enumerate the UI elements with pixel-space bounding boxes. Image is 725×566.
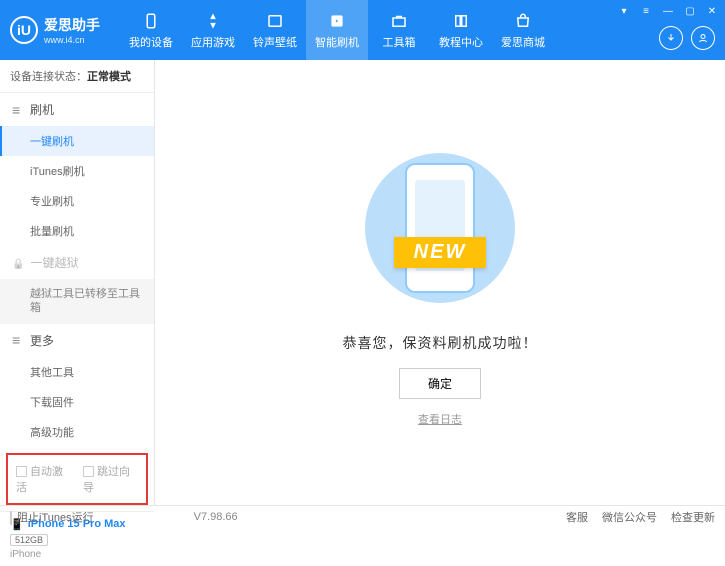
toolbox-icon [389,11,409,31]
sidebar-item-advanced[interactable]: 高级功能 [0,417,154,447]
store-icon [513,11,533,31]
nav-store[interactable]: 爱思商城 [492,0,554,60]
auto-activate-checkbox[interactable]: 自动激活 [16,463,71,495]
nav-toolbox[interactable]: 工具箱 [368,0,430,60]
options-highlight: 自动激活 跳过向导 [6,453,148,505]
main-content: NEW 恭喜您，保资料刷机成功啦！ 确定 查看日志 [155,60,725,505]
user-button[interactable] [691,26,715,50]
success-message: 恭喜您，保资料刷机成功啦！ [343,333,538,353]
nav-label: 应用游戏 [191,34,235,50]
book-icon [451,11,471,31]
skip-guide-checkbox[interactable]: 跳过向导 [83,463,138,495]
list-icon [12,332,24,348]
logo: iU 爱思助手 www.i4.cn [10,15,100,45]
device-icon [141,11,161,31]
device-status: 设备连接状态：正常模式 [0,60,154,93]
nav-label: 智能刷机 [315,34,359,50]
footer-wechat[interactable]: 微信公众号 [602,509,657,525]
menu-icon[interactable]: ▾ [617,4,631,18]
settings-icon[interactable]: ≡ [639,4,653,18]
header-actions [659,26,715,50]
maximize-icon[interactable]: ▢ [683,4,697,18]
nav-label: 我的设备 [129,34,173,50]
sidebar-item-download-firmware[interactable]: 下载固件 [0,387,154,417]
image-icon [265,11,285,31]
jailbreak-note: 越狱工具已转移至工具箱 [0,279,154,324]
app-url: www.i4.cn [44,35,100,45]
nav-label: 工具箱 [383,34,416,50]
nav-my-device[interactable]: 我的设备 [120,0,182,60]
status-label: 设备连接状态： [10,71,87,83]
sidebar-item-oneclick-flash[interactable]: 一键刷机 [0,126,154,156]
view-log-link[interactable]: 查看日志 [418,411,462,427]
section-flash[interactable]: 刷机 [0,93,154,126]
nav-apps[interactable]: 应用游戏 [182,0,244,60]
download-button[interactable] [659,26,683,50]
sidebar-item-other-tools[interactable]: 其他工具 [0,357,154,387]
new-banner: NEW [394,237,487,268]
list-icon [12,102,24,118]
storage-badge: 512GB [10,534,48,546]
apps-icon [203,11,223,31]
logo-icon: iU [10,16,38,44]
app-header: iU 爱思助手 www.i4.cn 我的设备 应用游戏 铃声壁纸 智能刷机 工具… [0,0,725,60]
nav-tutorials[interactable]: 教程中心 [430,0,492,60]
device-type: iPhone [10,549,144,560]
sidebar-item-batch-flash[interactable]: 批量刷机 [0,216,154,246]
nav-ringtones[interactable]: 铃声壁纸 [244,0,306,60]
footer-update[interactable]: 检查更新 [671,509,715,525]
success-illustration: NEW [350,138,530,318]
sidebar-item-pro-flash[interactable]: 专业刷机 [0,186,154,216]
window-controls: ▾ ≡ — ▢ ✕ [617,4,719,18]
version-label: V7.98.66 [194,511,238,523]
app-title: 爱思助手 [44,15,100,35]
sidebar-item-itunes-flash[interactable]: iTunes刷机 [0,156,154,186]
sidebar: 设备连接状态：正常模式 刷机 一键刷机 iTunes刷机 专业刷机 批量刷机 一… [0,60,155,505]
footer-support[interactable]: 客服 [566,509,588,525]
nav-label: 爱思商城 [501,34,545,50]
body: 设备连接状态：正常模式 刷机 一键刷机 iTunes刷机 专业刷机 批量刷机 一… [0,60,725,505]
nav-label: 教程中心 [439,34,483,50]
ok-button[interactable]: 确定 [399,368,481,399]
block-itunes-checkbox[interactable]: 阻止iTunes运行 [10,509,94,525]
close-icon[interactable]: ✕ [705,4,719,18]
section-jailbreak: 一键越狱 [0,246,154,279]
top-nav: 我的设备 应用游戏 铃声壁纸 智能刷机 工具箱 教程中心 爱思商城 [120,0,554,60]
phone-icon [405,163,475,293]
lock-icon [12,256,24,270]
nav-flash[interactable]: 智能刷机 [306,0,368,60]
section-more[interactable]: 更多 [0,324,154,357]
nav-label: 铃声壁纸 [253,34,297,50]
minimize-icon[interactable]: — [661,4,675,18]
status-value: 正常模式 [87,71,131,83]
flash-icon [327,11,347,31]
